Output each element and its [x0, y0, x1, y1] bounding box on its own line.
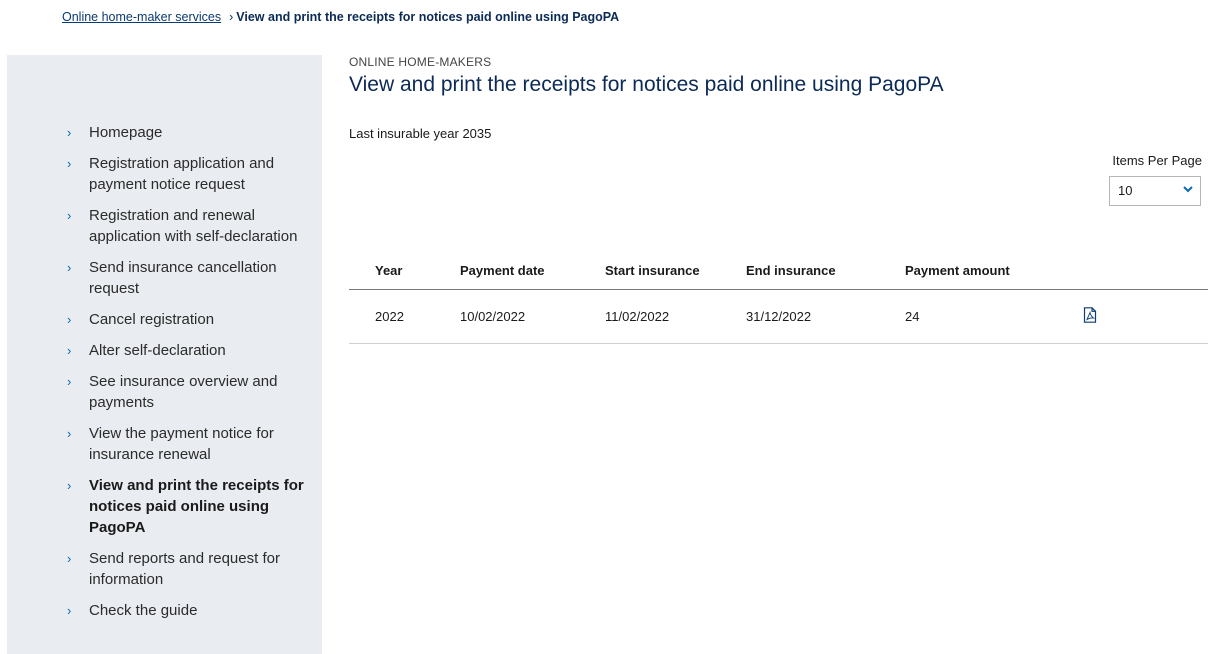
chevron-right-icon: › — [67, 343, 72, 358]
section-label: ONLINE HOME-MAKERS — [349, 55, 492, 69]
column-header-payment-date: Payment date — [460, 263, 545, 278]
sidebar-item-homepage[interactable]: › Homepage — [7, 122, 322, 143]
chevron-right-icon: › — [67, 260, 72, 275]
sidebar-item-send-reports[interactable]: › Send reports and request for informatio… — [7, 548, 322, 590]
sidebar-item-label: Alter self-declaration — [89, 342, 226, 359]
cell-start-insurance: 11/02/2022 — [605, 309, 670, 324]
sidebar-item-label: Send reports and request for information — [89, 550, 280, 588]
column-header-year: Year — [375, 263, 403, 278]
breadcrumb-separator: › — [229, 10, 234, 24]
cell-actions — [1083, 306, 1208, 323]
column-header-start-insurance: Start insurance — [605, 263, 700, 278]
breadcrumb: Online home-maker services › View and prin… — [62, 10, 619, 24]
chevron-right-icon: › — [67, 156, 72, 171]
sidebar-item-label: Registration and renewal application wit… — [89, 207, 298, 245]
chevron-right-icon: › — [67, 374, 72, 389]
sidebar-item-label: Homepage — [89, 124, 163, 141]
sidebar-item-check-guide[interactable]: › Check the guide — [7, 600, 322, 621]
sidebar-item-payment-notice-renewal[interactable]: › View the payment notice for insurance r… — [7, 423, 322, 465]
chevron-right-icon: › — [67, 208, 72, 223]
cell-payment-date: 10/02/2022 — [460, 309, 526, 324]
items-per-page-value: 10 — [1118, 183, 1133, 198]
column-header-payment-amount: Payment amount — [905, 263, 1010, 278]
chevron-right-icon: › — [67, 551, 72, 566]
cell-payment-amount: 24 — [905, 309, 920, 324]
breadcrumb-home-link[interactable]: Online home-maker services — [62, 10, 221, 24]
receipts-table: Year Payment date Start insurance End in… — [349, 252, 1208, 344]
table-row: 2022 10/02/2022 11/02/2022 31/12/2022 24 — [349, 290, 1208, 344]
chevron-right-icon: › — [67, 312, 72, 327]
items-per-page-label: Items Per Page — [1112, 153, 1202, 168]
sidebar-item-label: Send insurance cancellation request — [89, 259, 277, 297]
sidebar-item-label: View and print the receipts for notices … — [89, 477, 304, 536]
sidebar-item-cancel-registration[interactable]: › Cancel registration — [7, 309, 322, 330]
sidebar-item-registration-renewal[interactable]: › Registration and renewal application wi… — [7, 205, 322, 247]
chevron-right-icon: › — [67, 125, 72, 140]
chevron-right-icon: › — [67, 478, 72, 493]
sidebar-item-label: Registration application and payment not… — [89, 155, 275, 193]
table-header: Year Payment date Start insurance End in… — [349, 252, 1208, 290]
items-per-page-select[interactable]: 10 — [1109, 176, 1201, 206]
sidebar-item-registration-application[interactable]: › Registration application and payment no… — [7, 153, 322, 195]
sidebar: › Homepage › Registration application and … — [7, 55, 322, 654]
sidebar-item-receipts-pagopa[interactable]: › View and print the receipts for notices… — [7, 475, 322, 538]
column-header-end-insurance: End insurance — [746, 263, 836, 278]
pdf-icon[interactable] — [1083, 306, 1097, 323]
sidebar-item-alter-self-declaration[interactable]: › Alter self-declaration — [7, 340, 322, 361]
last-insurable-year: Last insurable year 2035 — [349, 126, 492, 141]
chevron-right-icon: › — [67, 603, 72, 618]
chevron-right-icon: › — [67, 426, 72, 441]
sidebar-item-label: See insurance overview and payments — [89, 373, 278, 411]
sidebar-item-insurance-overview[interactable]: › See insurance overview and payments — [7, 371, 322, 413]
cell-year: 2022 — [375, 309, 404, 324]
sidebar-item-label: Cancel registration — [89, 311, 215, 328]
cell-end-insurance: 31/12/2022 — [746, 309, 812, 324]
breadcrumb-current: View and print the receipts for notices … — [236, 10, 620, 24]
sidebar-item-cancellation-request[interactable]: › Send insurance cancellation request — [7, 257, 322, 299]
sidebar-item-label: View the payment notice for insurance re… — [89, 425, 274, 463]
sidebar-item-label: Check the guide — [89, 602, 198, 619]
page-title: View and print the receipts for notices … — [349, 73, 944, 96]
chevron-down-icon — [1183, 186, 1193, 193]
